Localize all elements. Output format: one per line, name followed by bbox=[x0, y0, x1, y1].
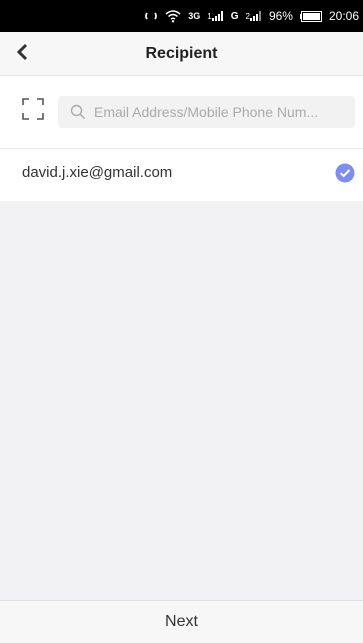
recipient-email: david.j.xie@gmail.com bbox=[22, 164, 173, 181]
search-row bbox=[0, 76, 363, 149]
back-arrow-icon bbox=[16, 43, 28, 66]
battery-icon bbox=[299, 10, 322, 22]
signal-2-icon: 2 bbox=[245, 11, 261, 21]
page-title: Recipient bbox=[145, 45, 218, 62]
network-g-icon: G bbox=[230, 10, 239, 22]
search-box bbox=[58, 96, 355, 128]
scan-frame-icon bbox=[22, 98, 44, 124]
battery-percent: 96% bbox=[268, 9, 293, 23]
search-icon bbox=[70, 104, 86, 120]
check-circle-icon[interactable] bbox=[335, 163, 355, 183]
signal-1-icon: 1 bbox=[207, 11, 223, 21]
clock: 20:06 bbox=[328, 9, 359, 23]
search-input[interactable] bbox=[94, 96, 350, 128]
scan-button[interactable] bbox=[22, 98, 44, 120]
back-button[interactable] bbox=[8, 40, 36, 68]
wifi-icon bbox=[165, 9, 181, 23]
network-3g-icon: 3G bbox=[188, 11, 201, 21]
sync-icon bbox=[144, 9, 158, 23]
recipient-item[interactable]: david.j.xie@gmail.com bbox=[0, 149, 363, 201]
footer: Next bbox=[0, 600, 363, 643]
status-bar: 3G 1 G 2 96% 20:06 bbox=[0, 0, 363, 32]
nav-bar: Recipient bbox=[0, 32, 363, 76]
next-button[interactable]: Next bbox=[0, 601, 363, 643]
